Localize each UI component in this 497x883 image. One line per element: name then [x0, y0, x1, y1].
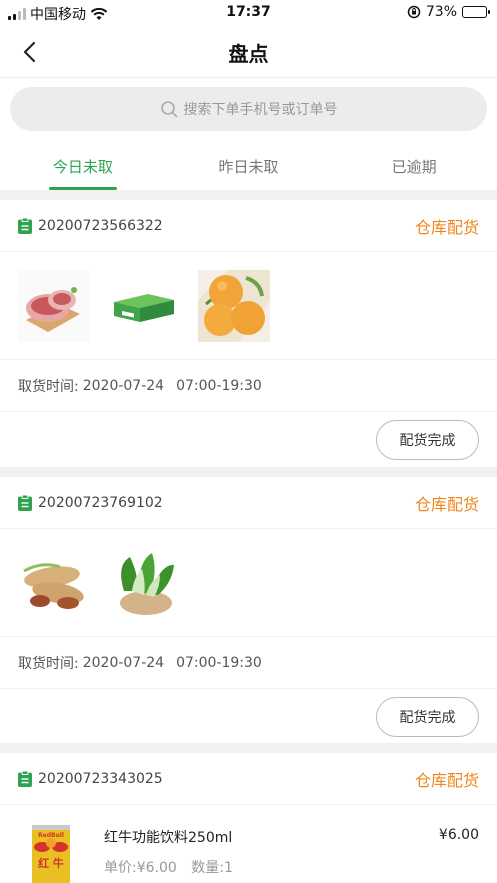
oranges-image[interactable]	[198, 269, 270, 342]
order-number: 20200723769102	[38, 494, 163, 511]
order-number: 20200723566322	[38, 217, 163, 234]
orientation-lock-icon	[407, 5, 421, 19]
pickup-time: 取货时间: 2020-07-24 07:00-19:30	[0, 360, 497, 412]
pickup-label: 取货时间:	[18, 655, 79, 672]
battery-icon	[462, 6, 490, 18]
pickup-time: 取货时间: 2020-07-24 07:00-19:30	[0, 637, 497, 689]
order-header: 20200723566322 仓库配货	[0, 200, 497, 252]
order-header: 20200723769102 仓库配货	[0, 477, 497, 529]
pork-image[interactable]	[18, 269, 90, 342]
section-divider	[0, 190, 497, 200]
section-divider	[0, 743, 497, 753]
product-name: 红牛功能饮料250ml	[104, 830, 233, 846]
tab-today-unpicked[interactable]: 今日未取	[0, 140, 166, 190]
red-bull-can-image: RedBull 红 牛	[18, 821, 84, 883]
tab-yesterday-unpicked[interactable]: 昨日未取	[166, 140, 332, 190]
order-card: 20200723343025 仓库配货 RedBull 红 牛 红牛功能饮料25…	[0, 753, 497, 883]
clipboard-icon	[18, 770, 32, 787]
clipboard-icon	[18, 217, 32, 234]
order-card: 20200723566322 仓库配货 取货时间: 2020-07-24 07:…	[0, 200, 497, 467]
product-info: 红牛功能饮料250ml 单价:¥6.00 数量:1	[104, 821, 439, 883]
order-items	[0, 252, 497, 360]
complete-picking-button[interactable]: 配货完成	[376, 419, 479, 460]
peanuts-image[interactable]	[18, 546, 90, 619]
gift-box-image[interactable]	[108, 269, 180, 342]
order-header: 20200723343025 仓库配货	[0, 753, 497, 805]
clipboard-icon	[18, 494, 32, 511]
tab-bar: 今日未取 昨日未取 已逾期	[0, 140, 497, 190]
unit-price: 单价:¥6.00	[104, 860, 177, 876]
pickup-date: 2020-07-24	[82, 654, 165, 671]
pickup-label: 取货时间:	[18, 378, 79, 395]
bok-choy-image[interactable]	[108, 546, 180, 619]
search-input[interactable]: 搜索下单手机号或订单号	[10, 87, 487, 131]
order-actions: 配货完成	[0, 412, 497, 467]
page-title: 盘点	[228, 42, 269, 66]
tab-overdue[interactable]: 已逾期	[331, 140, 497, 190]
pickup-window: 07:00-19:30	[176, 654, 262, 671]
order-status: 仓库配货	[414, 770, 479, 790]
product-row[interactable]: RedBull 红 牛 红牛功能饮料250ml 单价:¥6.00 数量:1 ¥6…	[0, 805, 497, 883]
pickup-date: 2020-07-24	[82, 377, 165, 394]
order-items	[0, 529, 497, 637]
order-status: 仓库配货	[414, 494, 479, 514]
can-brand-text: RedBull	[38, 832, 64, 839]
can-label-text: 红 牛	[38, 856, 64, 870]
quantity: 数量:1	[191, 860, 233, 876]
order-number: 20200723343025	[38, 770, 163, 787]
product-meta: 单价:¥6.00 数量:1	[104, 857, 439, 877]
section-divider	[0, 467, 497, 477]
search-icon	[160, 101, 177, 118]
status-bar: 中国移动 17:37 73%	[0, 0, 497, 26]
product-price: ¥6.00	[438, 827, 479, 843]
order-actions: 配货完成	[0, 689, 497, 744]
pickup-window: 07:00-19:30	[176, 377, 262, 394]
complete-picking-button[interactable]: 配货完成	[376, 696, 479, 737]
search-placeholder: 搜索下单手机号或订单号	[183, 102, 338, 118]
nav-bar: 盘点	[0, 26, 497, 78]
order-status: 仓库配货	[414, 217, 479, 237]
battery-percent: 73%	[425, 4, 457, 20]
order-card: 20200723769102 仓库配货 取货时间: 2020-07-24 07:…	[0, 477, 497, 744]
battery-group: 73%	[407, 4, 490, 20]
